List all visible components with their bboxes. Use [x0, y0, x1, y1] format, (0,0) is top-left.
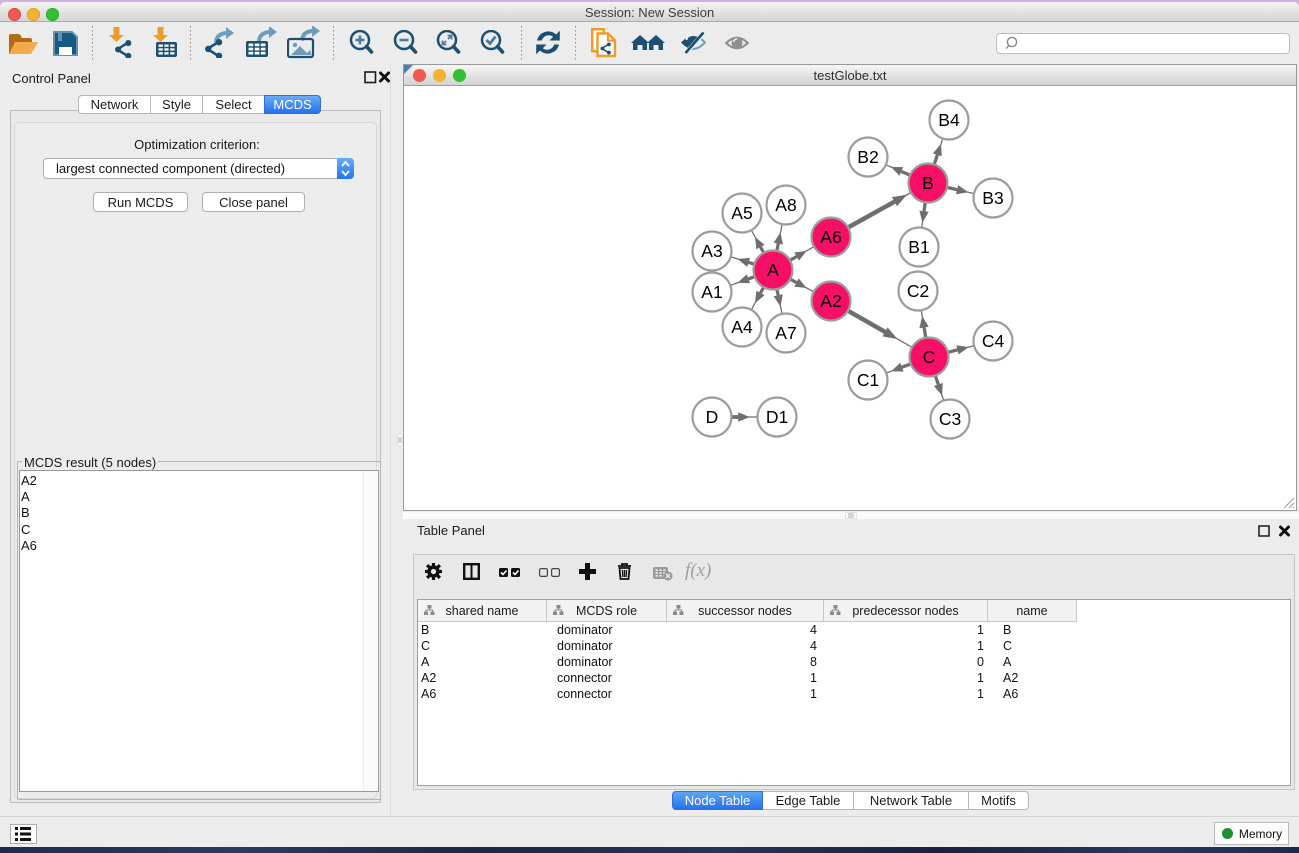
svg-text:B: B: [922, 173, 934, 193]
svg-text:A2: A2: [820, 291, 841, 311]
svg-text:C4: C4: [982, 331, 1005, 351]
svg-text:A8: A8: [775, 195, 796, 215]
svg-text:C2: C2: [907, 281, 929, 301]
svg-text:C: C: [923, 347, 936, 367]
svg-text:B1: B1: [908, 237, 929, 257]
svg-text:B4: B4: [938, 110, 960, 130]
svg-text:D1: D1: [766, 407, 788, 427]
svg-text:A5: A5: [731, 203, 752, 223]
svg-text:A7: A7: [775, 323, 796, 343]
svg-text:A: A: [767, 260, 779, 280]
svg-text:A6: A6: [820, 227, 841, 247]
svg-text:D: D: [706, 407, 719, 427]
svg-text:A1: A1: [701, 282, 722, 302]
svg-text:B3: B3: [982, 188, 1003, 208]
svg-text:C3: C3: [939, 409, 961, 429]
svg-text:B2: B2: [857, 147, 878, 167]
svg-text:A3: A3: [701, 241, 722, 261]
svg-text:C1: C1: [857, 370, 879, 390]
svg-text:A4: A4: [731, 317, 753, 337]
